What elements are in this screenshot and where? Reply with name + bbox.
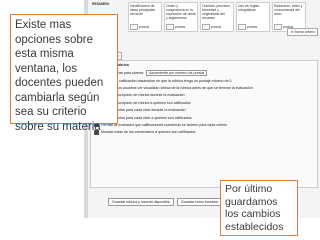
callout-line: opciones sobre xyxy=(15,33,93,46)
level-points: puntos xyxy=(238,24,257,30)
option-row: Mostrar descripción de rúbrica durante l… xyxy=(91,92,317,99)
level-description: Identificación de ideas principales del … xyxy=(130,4,156,16)
level-cell-1[interactable]: Identificación de ideas principales del … xyxy=(128,2,162,32)
option-label: Permitir a los usuarios ver visualizar r… xyxy=(101,86,253,91)
callout-line: Por último xyxy=(225,183,273,195)
delete-criterion-button[interactable]: ✕ Borrar criterio xyxy=(286,28,318,36)
option-row: Mostrar notas de los comentarios a quien… xyxy=(91,129,317,136)
level-cell-4[interactable]: Uso de reglas ortográficas puntos xyxy=(236,2,270,32)
level-cell: Claridad, precisión, brevedad y original… xyxy=(200,2,234,32)
options-list: Calcular la calificación basándose en qu… xyxy=(91,77,317,136)
callout-line: sea su criterio xyxy=(15,106,87,118)
option-label: Permitir al evaluador que calificaciones… xyxy=(101,122,228,127)
save-draft-button[interactable]: Guardar como borrador xyxy=(176,198,223,206)
save-and-publish-button[interactable]: Guardar rúbrica y hacerla disponible xyxy=(108,198,174,206)
level-description: Redacción, estilo y concordancia del tex… xyxy=(274,4,303,16)
callout-line: esta misma xyxy=(15,48,74,60)
callout-line: guardamos xyxy=(225,195,278,208)
callout-line: establecidos xyxy=(225,220,284,233)
rubric-options-title: Opciones de rúbrica xyxy=(94,63,129,67)
points-label: puntos xyxy=(247,25,258,29)
level-cell-2[interactable]: Orden y congruencia en la exposición de … xyxy=(164,2,198,32)
level-description: Claridad, precisión, brevedad y original… xyxy=(202,4,232,20)
level-points: puntos xyxy=(130,24,149,30)
callout-line: ventana, los xyxy=(15,62,78,75)
option-row: Mostrar puntos para cada nivel durante l… xyxy=(91,107,317,114)
callout-line: los cambios xyxy=(225,208,281,220)
points-label: puntos xyxy=(139,25,150,29)
callout-line: sobre su materia xyxy=(15,120,101,133)
level-description: Uso de reglas ortográficas xyxy=(238,4,259,12)
rubric-options-panel: Opciones de rúbrica Forma de ordenar par… xyxy=(90,60,318,188)
option-label: Mostrar notas de los comentarios a quien… xyxy=(101,130,196,135)
level-cell: Uso de reglas ortográficas puntos xyxy=(236,2,270,32)
callout-line: Existe mas xyxy=(15,19,72,31)
callout-left: Existe mas opciones sobre esta misma ventan… xyxy=(10,14,118,133)
points-input[interactable] xyxy=(274,24,282,30)
level-cell: Identificación de ideas principales del … xyxy=(128,2,162,32)
points-label: puntos xyxy=(211,25,222,29)
points-input[interactable] xyxy=(202,24,210,30)
callout-line: cambiarla según xyxy=(15,91,100,104)
callout-line: docentes pueden xyxy=(15,77,104,89)
level-description: Orden y congruencia en la exposición de … xyxy=(166,4,196,20)
level-cell: Orden y congruencia en la exposición de … xyxy=(164,2,198,32)
level-cell-3[interactable]: Claridad, precisión, brevedad y original… xyxy=(200,2,234,32)
option-row: Permitir a los usuarios ver visualizar r… xyxy=(91,84,317,91)
delete-criterion-label: Borrar criterio xyxy=(294,30,315,34)
rubric-criterion-row: RESUMEN Identificación de ideas principa… xyxy=(92,2,308,32)
option-row: Mostrar descripción de rúbrica a quienes… xyxy=(91,99,317,106)
points-input[interactable] xyxy=(238,24,246,30)
sort-levels-select[interactable]: Ascendente por número de puntos xyxy=(146,70,208,76)
option-row: Mostrar puntos para cada nivel a quienes… xyxy=(91,114,317,121)
option-label: Calcular la calificación basándose en qu… xyxy=(101,78,232,83)
sort-levels-row: Forma de ordenar para niveles: Ascendent… xyxy=(91,69,317,77)
points-input[interactable] xyxy=(130,24,138,30)
points-input[interactable] xyxy=(166,24,174,30)
option-row: Calcular la calificación basándose en qu… xyxy=(91,77,317,84)
option-row: Permitir al evaluador que calificaciones… xyxy=(91,121,317,128)
criterion-title[interactable]: RESUMEN xyxy=(92,2,126,6)
level-points: puntos xyxy=(202,24,221,30)
points-label: puntos xyxy=(175,25,186,29)
level-points: puntos xyxy=(166,24,185,30)
callout-right: Por último guardamos los cambios establecid… xyxy=(220,180,298,236)
